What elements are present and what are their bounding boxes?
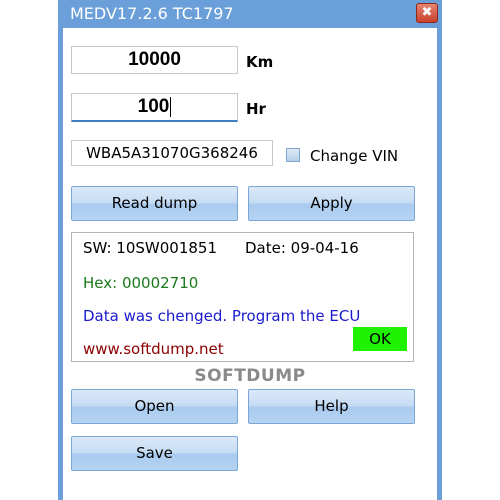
date-text: Date: 09-04-16 (245, 239, 359, 257)
hr-value: 100 (137, 96, 170, 117)
apply-button[interactable]: Apply (248, 186, 415, 221)
change-vin-label[interactable]: Change VIN (310, 147, 398, 165)
client-area: 10000 Km 100 Hr WBA5A31070G368246 Change… (63, 28, 437, 500)
save-button[interactable]: Save (71, 436, 238, 471)
km-value: 10000 (128, 49, 181, 70)
brand-label: SOFTDUMP (194, 366, 306, 386)
km-unit-label: Km (246, 53, 274, 71)
status-message: Data was chenged. Program the ECU (83, 307, 361, 325)
close-icon: ✖ (421, 5, 433, 20)
info-panel: SW: 10SW001851 Date: 09-04-16 Hex: 00002… (71, 232, 414, 362)
window-title: MEDV17.2.6 TC1797 (70, 4, 234, 23)
hr-input[interactable]: 100 (71, 93, 238, 122)
text-cursor (170, 96, 172, 117)
apply-label: Apply (310, 194, 353, 212)
vin-input[interactable]: WBA5A31070G368246 (71, 140, 273, 166)
save-label: Save (136, 444, 173, 462)
close-button[interactable]: ✖ (416, 3, 438, 23)
website-link[interactable]: www.softdump.net (83, 340, 224, 358)
help-label: Help (314, 397, 349, 415)
km-input[interactable]: 10000 (71, 46, 238, 74)
app-window: MEDV17.2.6 TC1797 ✖ 10000 Km 100 Hr WBA5… (58, 0, 442, 500)
vin-value: WBA5A31070G368246 (86, 144, 258, 162)
change-vin-checkbox[interactable] (286, 148, 300, 162)
open-label: Open (134, 397, 175, 415)
open-button[interactable]: Open (71, 389, 238, 424)
title-bar[interactable]: MEDV17.2.6 TC1797 ✖ (58, 0, 442, 28)
hr-unit-label: Hr (246, 100, 266, 118)
read-dump-label: Read dump (111, 194, 198, 212)
help-button[interactable]: Help (248, 389, 415, 424)
hex-text: Hex: 00002710 (83, 274, 199, 292)
ok-status-badge: OK (353, 327, 407, 351)
ok-label: OK (369, 330, 391, 348)
read-dump-button[interactable]: Read dump (71, 186, 238, 221)
sw-text: SW: 10SW001851 (83, 239, 217, 257)
